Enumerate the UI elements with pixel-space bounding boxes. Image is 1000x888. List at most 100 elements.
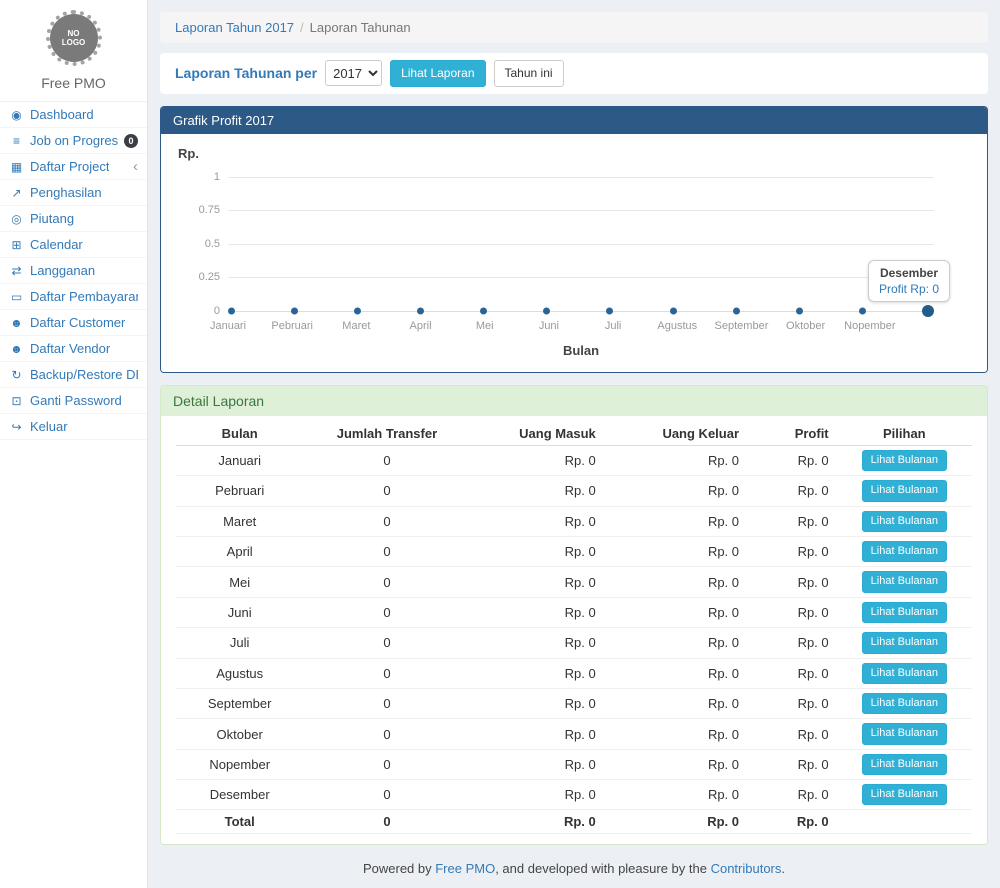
sidebar-item-label: Penghasilan [30, 185, 102, 200]
report-table-head: Bulan Jumlah Transfer Uang Masuk Uang Ke… [176, 422, 972, 446]
month-cell: Januari [176, 445, 303, 475]
data-point[interactable] [291, 307, 298, 314]
lihat-bulanan-button[interactable]: Lihat Bulanan [862, 480, 947, 501]
tooltip-title: Desember [879, 266, 939, 280]
sidebar-item[interactable]: ▭ Daftar Pembayaran [0, 284, 147, 310]
profit-cell: Rp. 0 [765, 688, 837, 718]
table-row: Mei 0 Rp. 0 Rp. 0 Rp. 0 Lihat Bulanan [176, 567, 972, 597]
detail-panel-title: Detail Laporan [161, 386, 987, 416]
tahun-ini-button[interactable]: Tahun ini [494, 60, 564, 87]
breadcrumb: Laporan Tahun 2017/Laporan Tahunan [160, 12, 988, 43]
sidebar-item[interactable]: ⊞ Calendar [0, 232, 147, 258]
month-cell: Desember [176, 780, 303, 810]
logo-block: NO LOGO Free PMO [0, 0, 147, 102]
total-keluar-cell: Rp. 0 [622, 810, 765, 834]
x-tick-label: Maret [342, 320, 370, 332]
report-table: Bulan Jumlah Transfer Uang Masuk Uang Ke… [176, 422, 972, 835]
x-tick-label: April [410, 320, 432, 332]
action-cell: Lihat Bulanan [837, 719, 972, 749]
sidebar-item[interactable]: ◉ Dashboard [0, 102, 147, 128]
report-table-foot: Total 0 Rp. 0 Rp. 0 Rp. 0 [176, 810, 972, 834]
data-point[interactable] [543, 307, 550, 314]
lihat-bulanan-button[interactable]: Lihat Bulanan [862, 571, 947, 592]
sidebar-item-label: Dashboard [30, 107, 94, 122]
sidebar-item[interactable]: ↪ Keluar [0, 414, 147, 440]
sidebar-item-label: Daftar Pembayaran [30, 289, 138, 304]
y-tick-label: 0.5 [182, 238, 220, 250]
lihat-bulanan-button[interactable]: Lihat Bulanan [862, 784, 947, 805]
logout-icon: ↪ [9, 420, 24, 434]
month-cell: Maret [176, 506, 303, 536]
sidebar-item[interactable]: ⇄ Langganan [0, 258, 147, 284]
y-axis-label: Rp. [178, 146, 972, 161]
data-point[interactable] [796, 307, 803, 314]
jumlah-transfer-cell: 0 [303, 749, 470, 779]
sidebar-item[interactable]: ↗ Penghasilan [0, 180, 147, 206]
year-select[interactable]: 2017 [325, 60, 382, 86]
table-row: Agustus 0 Rp. 0 Rp. 0 Rp. 0 Lihat Bulana… [176, 658, 972, 688]
action-cell: Lihat Bulanan [837, 780, 972, 810]
data-point[interactable] [670, 307, 677, 314]
profit-cell: Rp. 0 [765, 597, 837, 627]
lihat-bulanan-button[interactable]: Lihat Bulanan [862, 723, 947, 744]
gridlines: 1 0.75 0.5 0.25 [228, 177, 934, 311]
lihat-bulanan-button[interactable]: Lihat Bulanan [862, 511, 947, 532]
sidebar-item[interactable]: ◎ Piutang [0, 206, 147, 232]
sidebar-item[interactable]: ▦ Daftar Project ‹ [0, 154, 147, 180]
data-point[interactable] [922, 305, 934, 317]
profit-cell: Rp. 0 [765, 506, 837, 536]
data-point[interactable] [354, 307, 361, 314]
sidebar-item[interactable]: ↻ Backup/Restore DB [0, 362, 147, 388]
data-point[interactable] [606, 307, 613, 314]
uang-keluar-cell: Rp. 0 [622, 688, 765, 718]
sidebar-item-label: Daftar Customer [30, 315, 125, 330]
sidebar-item[interactable]: ☻ Daftar Customer [0, 310, 147, 336]
chart-panel-title: Grafik Profit 2017 [161, 107, 987, 134]
lihat-bulanan-button[interactable]: Lihat Bulanan [862, 602, 947, 623]
report-table-body: Januari 0 Rp. 0 Rp. 0 Rp. 0 Lihat Bulana… [176, 445, 972, 810]
footer-text-start: Powered by [363, 861, 435, 876]
profit-cell: Rp. 0 [765, 749, 837, 779]
uang-keluar-cell: Rp. 0 [622, 719, 765, 749]
table-row: April 0 Rp. 0 Rp. 0 Rp. 0 Lihat Bulanan [176, 536, 972, 566]
sidebar-item[interactable]: ⊡ Ganti Password [0, 388, 147, 414]
data-point[interactable] [733, 307, 740, 314]
profit-chart: Rp. 1 0.75 [161, 134, 987, 372]
profit-cell: Rp. 0 [765, 658, 837, 688]
month-cell: September [176, 688, 303, 718]
data-point[interactable] [417, 307, 424, 314]
footer-link-freepmo[interactable]: Free PMO [435, 861, 495, 876]
action-cell: Lihat Bulanan [837, 749, 972, 779]
sidebar: NO LOGO Free PMO ◉ Dashboard ≡ Job on Pr… [0, 0, 148, 888]
footer-link-contributors[interactable]: Contributors [711, 861, 782, 876]
data-point[interactable] [859, 307, 866, 314]
lihat-laporan-button[interactable]: Lihat Laporan [390, 60, 485, 87]
uang-keluar-cell: Rp. 0 [622, 476, 765, 506]
breadcrumb-separator: / [300, 20, 304, 35]
lihat-bulanan-button[interactable]: Lihat Bulanan [862, 754, 947, 775]
footer-text-middle: , and developed with pleasure by the [495, 861, 710, 876]
action-cell: Lihat Bulanan [837, 688, 972, 718]
page-footer: Powered by Free PMO, and developed with … [160, 845, 988, 888]
header-row: Bulan Jumlah Transfer Uang Masuk Uang Ke… [176, 422, 972, 446]
sidebar-item[interactable]: ☻ Daftar Vendor [0, 336, 147, 362]
total-profit-cell: Rp. 0 [765, 810, 837, 834]
jumlah-transfer-cell: 0 [303, 445, 470, 475]
total-masuk-cell: Rp. 0 [471, 810, 622, 834]
lihat-bulanan-button[interactable]: Lihat Bulanan [862, 663, 947, 684]
lihat-bulanan-button[interactable]: Lihat Bulanan [862, 632, 947, 653]
data-point[interactable] [480, 307, 487, 314]
breadcrumb-link[interactable]: Laporan Tahun 2017 [175, 20, 294, 35]
data-point[interactable] [228, 307, 235, 314]
lihat-bulanan-button[interactable]: Lihat Bulanan [862, 541, 947, 562]
gridline: 0.25 [228, 277, 934, 278]
profit-cell: Rp. 0 [765, 445, 837, 475]
sidebar-item[interactable]: ≡ Job on Progress 0 [0, 128, 147, 154]
lihat-bulanan-button[interactable]: Lihat Bulanan [862, 450, 947, 471]
action-cell: Lihat Bulanan [837, 476, 972, 506]
uang-masuk-cell: Rp. 0 [471, 536, 622, 566]
chart-plot-area: 1 0.75 0.5 0.25 [228, 177, 934, 311]
lihat-bulanan-button[interactable]: Lihat Bulanan [862, 693, 947, 714]
uang-keluar-cell: Rp. 0 [622, 780, 765, 810]
sidebar-menu: ◉ Dashboard ≡ Job on Progress 0 ▦ Daftar… [0, 102, 147, 440]
